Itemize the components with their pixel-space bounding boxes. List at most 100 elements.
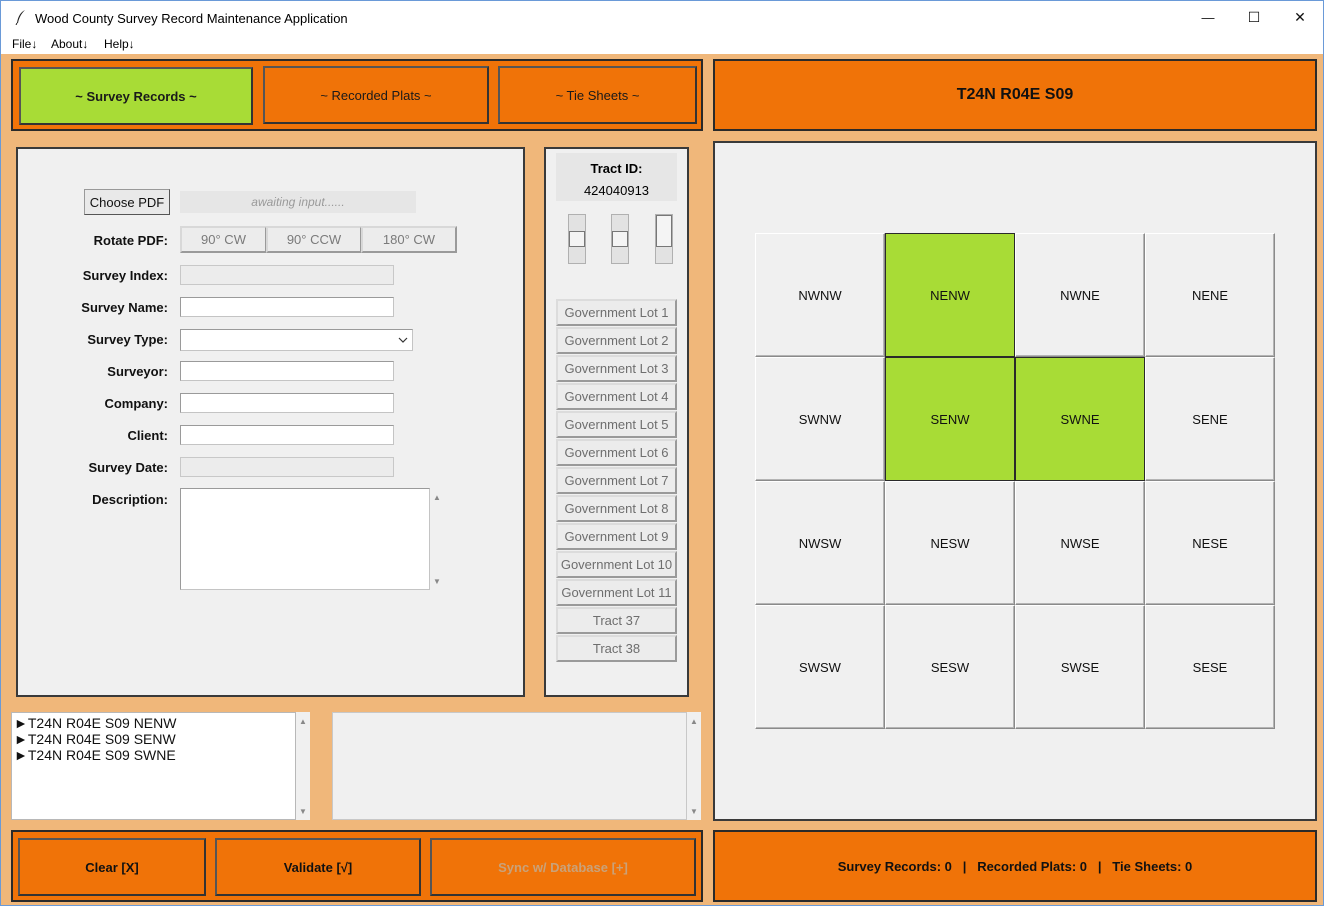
lot-button-11[interactable]: Government Lot 11 bbox=[556, 579, 677, 606]
company-label: Company: bbox=[104, 396, 168, 411]
list-item[interactable]: ►T24N R04E S09 SENW bbox=[14, 731, 176, 747]
slider-2-thumb[interactable] bbox=[612, 231, 628, 247]
company-field[interactable] bbox=[180, 393, 394, 413]
minimize-icon: — bbox=[1201, 9, 1215, 25]
survey-date-field bbox=[180, 457, 394, 477]
tract-button-37[interactable]: Tract 37 bbox=[556, 607, 677, 634]
survey-date-label: Survey Date: bbox=[88, 460, 168, 475]
rotate-180-cw-button[interactable]: 180° CW bbox=[361, 226, 457, 253]
quarter-cell-nene[interactable]: NENE bbox=[1145, 233, 1275, 357]
close-icon: ✕ bbox=[1294, 8, 1306, 25]
survey-name-field[interactable] bbox=[180, 297, 394, 317]
lot-button-8[interactable]: Government Lot 8 bbox=[556, 495, 677, 522]
menu-bar: File↓ About↓ Help↓ bbox=[1, 34, 1323, 54]
tab-tie-sheets[interactable]: ~ Tie Sheets ~ bbox=[498, 66, 697, 124]
lot-button-6[interactable]: Government Lot 6 bbox=[556, 439, 677, 466]
quarter-cell-sene[interactable]: SENE bbox=[1145, 357, 1275, 481]
validate-button[interactable]: Validate [√] bbox=[215, 838, 421, 896]
quarter-cell-nwsw[interactable]: NWSW bbox=[755, 481, 885, 605]
quarter-cell-nesw[interactable]: NESW bbox=[885, 481, 1015, 605]
minimize-button[interactable]: — bbox=[1185, 1, 1231, 33]
lot-button-7[interactable]: Government Lot 7 bbox=[556, 467, 677, 494]
slider-1[interactable] bbox=[568, 214, 586, 264]
slider-3-thumb[interactable] bbox=[656, 215, 672, 247]
survey-name-label: Survey Name: bbox=[81, 300, 168, 315]
list-item[interactable]: ►T24N R04E S09 NENW bbox=[14, 715, 176, 731]
lot-button-2[interactable]: Government Lot 2 bbox=[556, 327, 677, 354]
client-field[interactable] bbox=[180, 425, 394, 445]
list-item[interactable]: ►T24N R04E S09 SWNE bbox=[14, 747, 176, 763]
application-window: Wood County Survey Record Maintenance Ap… bbox=[0, 0, 1324, 906]
slider-2[interactable] bbox=[611, 214, 629, 264]
description-textarea[interactable] bbox=[180, 488, 430, 590]
description-scrollbar[interactable]: ▲ ▼ bbox=[430, 488, 444, 590]
menu-about[interactable]: About↓ bbox=[51, 37, 88, 51]
quarter-cell-sesw[interactable]: SESW bbox=[885, 605, 1015, 729]
tract-id-value: 424040913 bbox=[583, 183, 650, 198]
lot-button-4[interactable]: Government Lot 4 bbox=[556, 383, 677, 410]
tract-button-38[interactable]: Tract 38 bbox=[556, 635, 677, 662]
quarter-grid-panel: NWNW NENW NWNE NENE SWNW SENW SWNE SENE NWSW NESW… bbox=[713, 141, 1317, 821]
location-title: T24N R04E S09 bbox=[956, 86, 1074, 103]
rotate-90-ccw-button[interactable]: 90° CCW bbox=[266, 226, 362, 253]
quarter-cell-nwnw[interactable]: NWNW bbox=[755, 233, 885, 357]
quarter-cell-nenw[interactable]: NENW bbox=[885, 233, 1015, 357]
scroll-down-icon[interactable]: ▼ bbox=[296, 804, 310, 818]
quarter-grid: NWNW NENW NWNE NENE SWNW SENW SWNE SENE NWSW NESW… bbox=[755, 233, 1275, 729]
record-counts: Survey Records: 0 | Recorded Plats: 0 | … bbox=[837, 858, 1193, 874]
scroll-up-icon[interactable]: ▲ bbox=[430, 490, 444, 504]
scroll-up-icon[interactable]: ▲ bbox=[296, 714, 310, 728]
selection-list[interactable]: ►T24N R04E S09 NENW ►T24N R04E S09 SENW … bbox=[11, 712, 296, 820]
quarter-cell-nese[interactable]: NESE bbox=[1145, 481, 1275, 605]
quarter-cell-nwse[interactable]: NWSE bbox=[1015, 481, 1145, 605]
tract-panel: Tract ID: 424040913 Government Lot 1 Gov… bbox=[544, 147, 689, 697]
info-textbox[interactable] bbox=[332, 712, 687, 820]
survey-form-panel: Choose PDF awaiting input...... Rotate P… bbox=[16, 147, 525, 697]
scroll-down-icon[interactable]: ▼ bbox=[687, 804, 701, 818]
tract-id-label: Tract ID: bbox=[590, 161, 643, 176]
choose-pdf-button[interactable]: Choose PDF bbox=[84, 189, 170, 215]
quarter-cell-swse[interactable]: SWSE bbox=[1015, 605, 1145, 729]
selection-list-scrollbar[interactable]: ▲ ▼ bbox=[296, 712, 310, 820]
scroll-up-icon[interactable]: ▲ bbox=[687, 714, 701, 728]
action-bar: Clear [X] Validate [√] Sync w/ Database … bbox=[11, 830, 703, 902]
survey-type-select[interactable] bbox=[180, 329, 413, 351]
tab-recorded-plats[interactable]: ~ Recorded Plats ~ bbox=[263, 66, 489, 124]
window-title: Wood County Survey Record Maintenance Ap… bbox=[35, 11, 348, 26]
rotate-90-cw-button[interactable]: 90° CW bbox=[180, 226, 267, 253]
tab-bar: ~ Survey Records ~ ~ Recorded Plats ~ ~ … bbox=[11, 59, 703, 131]
surveyor-field[interactable] bbox=[180, 361, 394, 381]
tract-id-box: Tract ID: 424040913 bbox=[556, 153, 677, 201]
maximize-icon: ☐ bbox=[1247, 8, 1261, 25]
lot-button-3[interactable]: Government Lot 3 bbox=[556, 355, 677, 382]
quarter-cell-swnw[interactable]: SWNW bbox=[755, 357, 885, 481]
lot-button-10[interactable]: Government Lot 10 bbox=[556, 551, 677, 578]
lot-button-5[interactable]: Government Lot 5 bbox=[556, 411, 677, 438]
maximize-button[interactable]: ☐ bbox=[1231, 1, 1277, 33]
slider-3[interactable] bbox=[655, 214, 673, 264]
menu-file[interactable]: File↓ bbox=[12, 37, 37, 51]
info-textbox-scrollbar[interactable]: ▲ ▼ bbox=[687, 712, 701, 820]
sync-database-button[interactable]: Sync w/ Database [+] bbox=[430, 838, 696, 896]
clear-button[interactable]: Clear [X] bbox=[18, 838, 206, 896]
close-button[interactable]: ✕ bbox=[1277, 1, 1323, 33]
lot-button-9[interactable]: Government Lot 9 bbox=[556, 523, 677, 550]
feather-icon bbox=[15, 10, 25, 25]
slider-1-thumb[interactable] bbox=[569, 231, 585, 247]
pdf-status: awaiting input...... bbox=[180, 191, 416, 213]
quarter-cell-nwne[interactable]: NWNE bbox=[1015, 233, 1145, 357]
menu-help[interactable]: Help↓ bbox=[104, 37, 135, 51]
quarter-cell-swsw[interactable]: SWSW bbox=[755, 605, 885, 729]
surveyor-label: Surveyor: bbox=[107, 364, 168, 379]
tab-survey-records[interactable]: ~ Survey Records ~ bbox=[19, 67, 253, 125]
quarter-cell-sese[interactable]: SESE bbox=[1145, 605, 1275, 729]
lot-button-1[interactable]: Government Lot 1 bbox=[556, 299, 677, 326]
description-label: Description: bbox=[92, 492, 168, 507]
scroll-down-icon[interactable]: ▼ bbox=[430, 574, 444, 588]
client-label: Client: bbox=[127, 428, 168, 443]
survey-index-label: Survey Index: bbox=[82, 268, 168, 283]
quarter-cell-swne[interactable]: SWNE bbox=[1015, 357, 1145, 481]
status-bar: Survey Records: 0 | Recorded Plats: 0 | … bbox=[713, 830, 1317, 902]
survey-type-label: Survey Type: bbox=[87, 332, 168, 347]
quarter-cell-senw[interactable]: SENW bbox=[885, 357, 1015, 481]
